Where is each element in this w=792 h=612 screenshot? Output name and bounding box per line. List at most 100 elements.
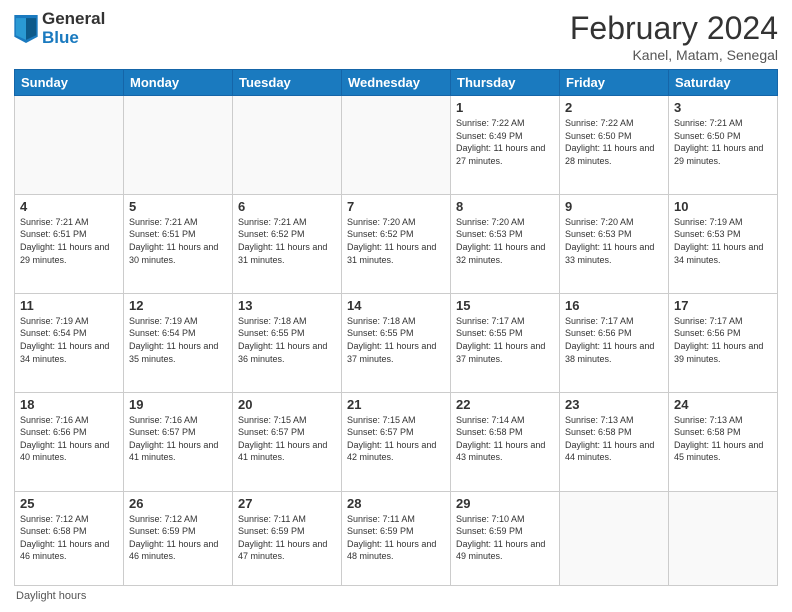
day-cell-9: 9 Sunrise: 7:20 AMSunset: 6:53 PMDaylight… (560, 194, 669, 293)
day-cell-4: 4 Sunrise: 7:21 AMSunset: 6:51 PMDaylight… (15, 194, 124, 293)
title-month: February 2024 (570, 10, 778, 47)
weekday-header-tuesday: Tuesday (233, 70, 342, 96)
day-cell-24: 24Sunrise: 7:13 AMSunset: 6:58 PMDayligh… (669, 392, 778, 491)
day-cell-14: 14 Sunrise: 7:18 AMSunset: 6:55 PMDayligh… (342, 293, 451, 392)
day-cell-16: 16 Sunrise: 7:17 AMSunset: 6:56 PMDayligh… (560, 293, 669, 392)
empty-cell-0-2 (233, 96, 342, 195)
day-number-24: 24 (674, 397, 772, 412)
day-number-22: 22 (456, 397, 554, 412)
day-info-25: Sunrise: 7:12 AMSunset: 6:58 PMDaylight:… (20, 513, 118, 563)
day-cell-29: 29Sunrise: 7:10 AMSunset: 6:59 PMDayligh… (451, 491, 560, 585)
logo-icon (14, 15, 38, 43)
day-number-26: 26 (129, 496, 227, 511)
logo-text: General Blue (42, 10, 105, 47)
day-info-17: Sunrise: 7:17 AMSunset: 6:56 PMDaylight:… (674, 315, 772, 365)
day-number-25: 25 (20, 496, 118, 511)
week-row-2: 4 Sunrise: 7:21 AMSunset: 6:51 PMDaylight… (15, 194, 778, 293)
day-number-4: 4 (20, 199, 118, 214)
header: General Blue February 2024 Kanel, Matam,… (14, 10, 778, 63)
day-number-23: 23 (565, 397, 663, 412)
day-info-9: Sunrise: 7:20 AMSunset: 6:53 PMDaylight:… (565, 216, 663, 266)
day-info-23: Sunrise: 7:13 AMSunset: 6:58 PMDaylight:… (565, 414, 663, 464)
day-info-19: Sunrise: 7:16 AMSunset: 6:57 PMDaylight:… (129, 414, 227, 464)
day-number-1: 1 (456, 100, 554, 115)
day-info-8: Sunrise: 7:20 AMSunset: 6:53 PMDaylight:… (456, 216, 554, 266)
day-cell-27: 27 Sunrise: 7:11 AMSunset: 6:59 PMDayligh… (233, 491, 342, 585)
day-cell-25: 25 Sunrise: 7:12 AMSunset: 6:58 PMDayligh… (15, 491, 124, 585)
day-info-4: Sunrise: 7:21 AMSunset: 6:51 PMDaylight:… (20, 216, 118, 266)
day-info-14: Sunrise: 7:18 AMSunset: 6:55 PMDaylight:… (347, 315, 445, 365)
day-info-12: Sunrise: 7:19 AMSunset: 6:54 PMDaylight:… (129, 315, 227, 365)
weekday-header-sunday: Sunday (15, 70, 124, 96)
calendar-table: SundayMondayTuesdayWednesdayThursdayFrid… (14, 69, 778, 586)
weekday-header-saturday: Saturday (669, 70, 778, 96)
day-number-16: 16 (565, 298, 663, 313)
day-info-20: Sunrise: 7:15 AMSunset: 6:57 PMDaylight:… (238, 414, 336, 464)
day-number-18: 18 (20, 397, 118, 412)
day-cell-28: 28Sunrise: 7:11 AMSunset: 6:59 PMDayligh… (342, 491, 451, 585)
day-info-2: Sunrise: 7:22 AMSunset: 6:50 PMDaylight:… (565, 117, 663, 167)
day-cell-12: 12 Sunrise: 7:19 AMSunset: 6:54 PMDayligh… (124, 293, 233, 392)
day-cell-21: 21 Sunrise: 7:15 AMSunset: 6:57 PMDayligh… (342, 392, 451, 491)
logo: General Blue (14, 10, 105, 47)
day-cell-19: 19Sunrise: 7:16 AMSunset: 6:57 PMDayligh… (124, 392, 233, 491)
day-number-3: 3 (674, 100, 772, 115)
day-number-13: 13 (238, 298, 336, 313)
day-info-27: Sunrise: 7:11 AMSunset: 6:59 PMDaylight:… (238, 513, 336, 563)
logo-general: General (42, 10, 105, 29)
day-cell-5: 5Sunrise: 7:21 AMSunset: 6:51 PMDaylight… (124, 194, 233, 293)
day-info-15: Sunrise: 7:17 AMSunset: 6:55 PMDaylight:… (456, 315, 554, 365)
day-cell-13: 13 Sunrise: 7:18 AMSunset: 6:55 PMDayligh… (233, 293, 342, 392)
day-cell-26: 26 Sunrise: 7:12 AMSunset: 6:59 PMDayligh… (124, 491, 233, 585)
day-info-1: Sunrise: 7:22 AMSunset: 6:49 PMDaylight:… (456, 117, 554, 167)
empty-cell-0-0 (15, 96, 124, 195)
day-cell-3: 3 Sunrise: 7:21 AMSunset: 6:50 PMDaylight… (669, 96, 778, 195)
day-number-15: 15 (456, 298, 554, 313)
title-block: February 2024 Kanel, Matam, Senegal (570, 10, 778, 63)
week-row-3: 11Sunrise: 7:19 AMSunset: 6:54 PMDayligh… (15, 293, 778, 392)
day-cell-11: 11Sunrise: 7:19 AMSunset: 6:54 PMDayligh… (15, 293, 124, 392)
day-info-10: Sunrise: 7:19 AMSunset: 6:53 PMDaylight:… (674, 216, 772, 266)
day-info-3: Sunrise: 7:21 AMSunset: 6:50 PMDaylight:… (674, 117, 772, 167)
day-cell-10: 10Sunrise: 7:19 AMSunset: 6:53 PMDayligh… (669, 194, 778, 293)
day-info-26: Sunrise: 7:12 AMSunset: 6:59 PMDaylight:… (129, 513, 227, 563)
page: General Blue February 2024 Kanel, Matam,… (0, 0, 792, 612)
day-number-5: 5 (129, 199, 227, 214)
day-number-27: 27 (238, 496, 336, 511)
day-info-22: Sunrise: 7:14 AMSunset: 6:58 PMDaylight:… (456, 414, 554, 464)
day-info-13: Sunrise: 7:18 AMSunset: 6:55 PMDaylight:… (238, 315, 336, 365)
weekday-header-friday: Friday (560, 70, 669, 96)
day-number-17: 17 (674, 298, 772, 313)
day-info-11: Sunrise: 7:19 AMSunset: 6:54 PMDaylight:… (20, 315, 118, 365)
day-number-7: 7 (347, 199, 445, 214)
day-cell-1: 1 Sunrise: 7:22 AMSunset: 6:49 PMDaylight… (451, 96, 560, 195)
day-number-8: 8 (456, 199, 554, 214)
day-number-20: 20 (238, 397, 336, 412)
day-info-16: Sunrise: 7:17 AMSunset: 6:56 PMDaylight:… (565, 315, 663, 365)
day-number-9: 9 (565, 199, 663, 214)
week-row-1: 1 Sunrise: 7:22 AMSunset: 6:49 PMDaylight… (15, 96, 778, 195)
day-number-14: 14 (347, 298, 445, 313)
week-row-4: 18Sunrise: 7:16 AMSunset: 6:56 PMDayligh… (15, 392, 778, 491)
day-number-21: 21 (347, 397, 445, 412)
day-cell-18: 18Sunrise: 7:16 AMSunset: 6:56 PMDayligh… (15, 392, 124, 491)
title-location: Kanel, Matam, Senegal (570, 47, 778, 63)
empty-cell-4-6 (669, 491, 778, 585)
footer-note: Daylight hours (14, 590, 778, 602)
day-cell-20: 20 Sunrise: 7:15 AMSunset: 6:57 PMDayligh… (233, 392, 342, 491)
day-number-6: 6 (238, 199, 336, 214)
day-info-6: Sunrise: 7:21 AMSunset: 6:52 PMDaylight:… (238, 216, 336, 266)
day-cell-22: 22 Sunrise: 7:14 AMSunset: 6:58 PMDayligh… (451, 392, 560, 491)
day-number-12: 12 (129, 298, 227, 313)
logo-blue: Blue (42, 29, 105, 48)
day-info-28: Sunrise: 7:11 AMSunset: 6:59 PMDaylight:… (347, 513, 445, 563)
day-cell-2: 2 Sunrise: 7:22 AMSunset: 6:50 PMDaylight… (560, 96, 669, 195)
day-cell-8: 8 Sunrise: 7:20 AMSunset: 6:53 PMDaylight… (451, 194, 560, 293)
day-info-21: Sunrise: 7:15 AMSunset: 6:57 PMDaylight:… (347, 414, 445, 464)
day-number-2: 2 (565, 100, 663, 115)
day-info-29: Sunrise: 7:10 AMSunset: 6:59 PMDaylight:… (456, 513, 554, 563)
calendar-header-row: SundayMondayTuesdayWednesdayThursdayFrid… (15, 70, 778, 96)
weekday-header-wednesday: Wednesday (342, 70, 451, 96)
empty-cell-0-1 (124, 96, 233, 195)
empty-cell-4-5 (560, 491, 669, 585)
